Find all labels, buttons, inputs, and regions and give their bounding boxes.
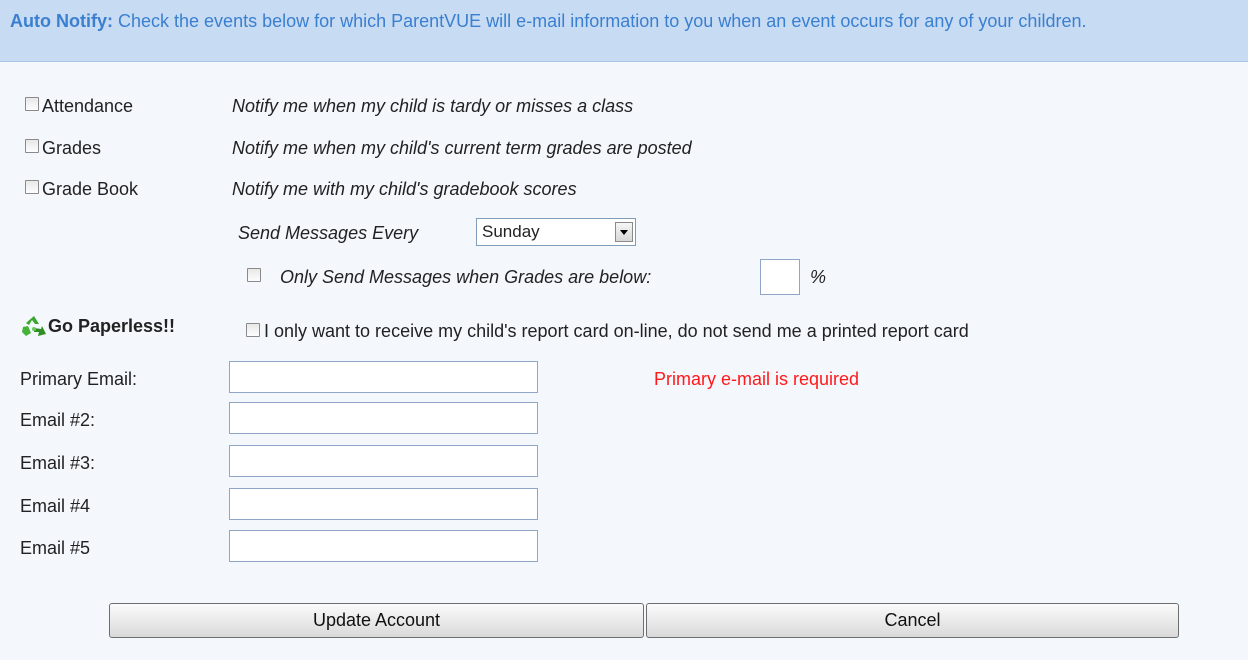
update-account-button[interactable]: Update Account — [109, 603, 644, 638]
gradebook-checkbox[interactable] — [25, 180, 39, 194]
attendance-label: Attendance — [42, 96, 134, 116]
email-2-input[interactable] — [229, 402, 538, 434]
grades-description: Notify me when my child's current term g… — [232, 138, 692, 158]
email-3-label: Email #3: — [20, 453, 96, 473]
auto-notify-header: Auto Notify: Check the events below for … — [0, 0, 1248, 62]
recycle-icon — [20, 314, 48, 340]
auto-notify-description: Check the events below for which ParentV… — [118, 11, 1087, 31]
primary-email-label: Primary Email: — [20, 369, 138, 389]
grade-threshold-label: Only Send Messages when Grades are below… — [280, 267, 652, 287]
paperless-checkbox[interactable] — [246, 323, 260, 337]
go-paperless-title: Go Paperless!! — [48, 316, 176, 336]
primary-email-error: Primary e-mail is required — [654, 369, 860, 389]
cancel-button[interactable]: Cancel — [646, 603, 1179, 638]
gradebook-label: Grade Book — [42, 179, 139, 199]
send-day-select[interactable]: Sunday — [476, 218, 636, 246]
email-2-label: Email #2: — [20, 410, 96, 430]
paperless-option-label: I only want to receive my child's report… — [264, 321, 969, 341]
email-4-input[interactable] — [229, 488, 538, 520]
attendance-description: Notify me when my child is tardy or miss… — [232, 96, 634, 116]
email-5-input[interactable] — [229, 530, 538, 562]
dropdown-arrow-icon[interactable] — [615, 222, 633, 242]
grades-label: Grades — [42, 138, 102, 158]
grades-checkbox[interactable] — [25, 139, 39, 153]
email-5-label: Email #5 — [20, 538, 91, 558]
grade-threshold-input[interactable] — [760, 259, 800, 295]
attendance-checkbox[interactable] — [25, 97, 39, 111]
auto-notify-title: Auto Notify: — [10, 11, 113, 31]
email-3-input[interactable] — [229, 445, 538, 477]
gradebook-description: Notify me with my child's gradebook scor… — [232, 179, 577, 199]
send-day-value: Sunday — [482, 222, 540, 241]
primary-email-input[interactable] — [229, 361, 538, 393]
email-4-label: Email #4 — [20, 496, 91, 516]
percent-sign: % — [810, 267, 827, 287]
send-messages-every-label: Send Messages Every — [238, 223, 419, 243]
grade-threshold-checkbox[interactable] — [247, 268, 261, 282]
